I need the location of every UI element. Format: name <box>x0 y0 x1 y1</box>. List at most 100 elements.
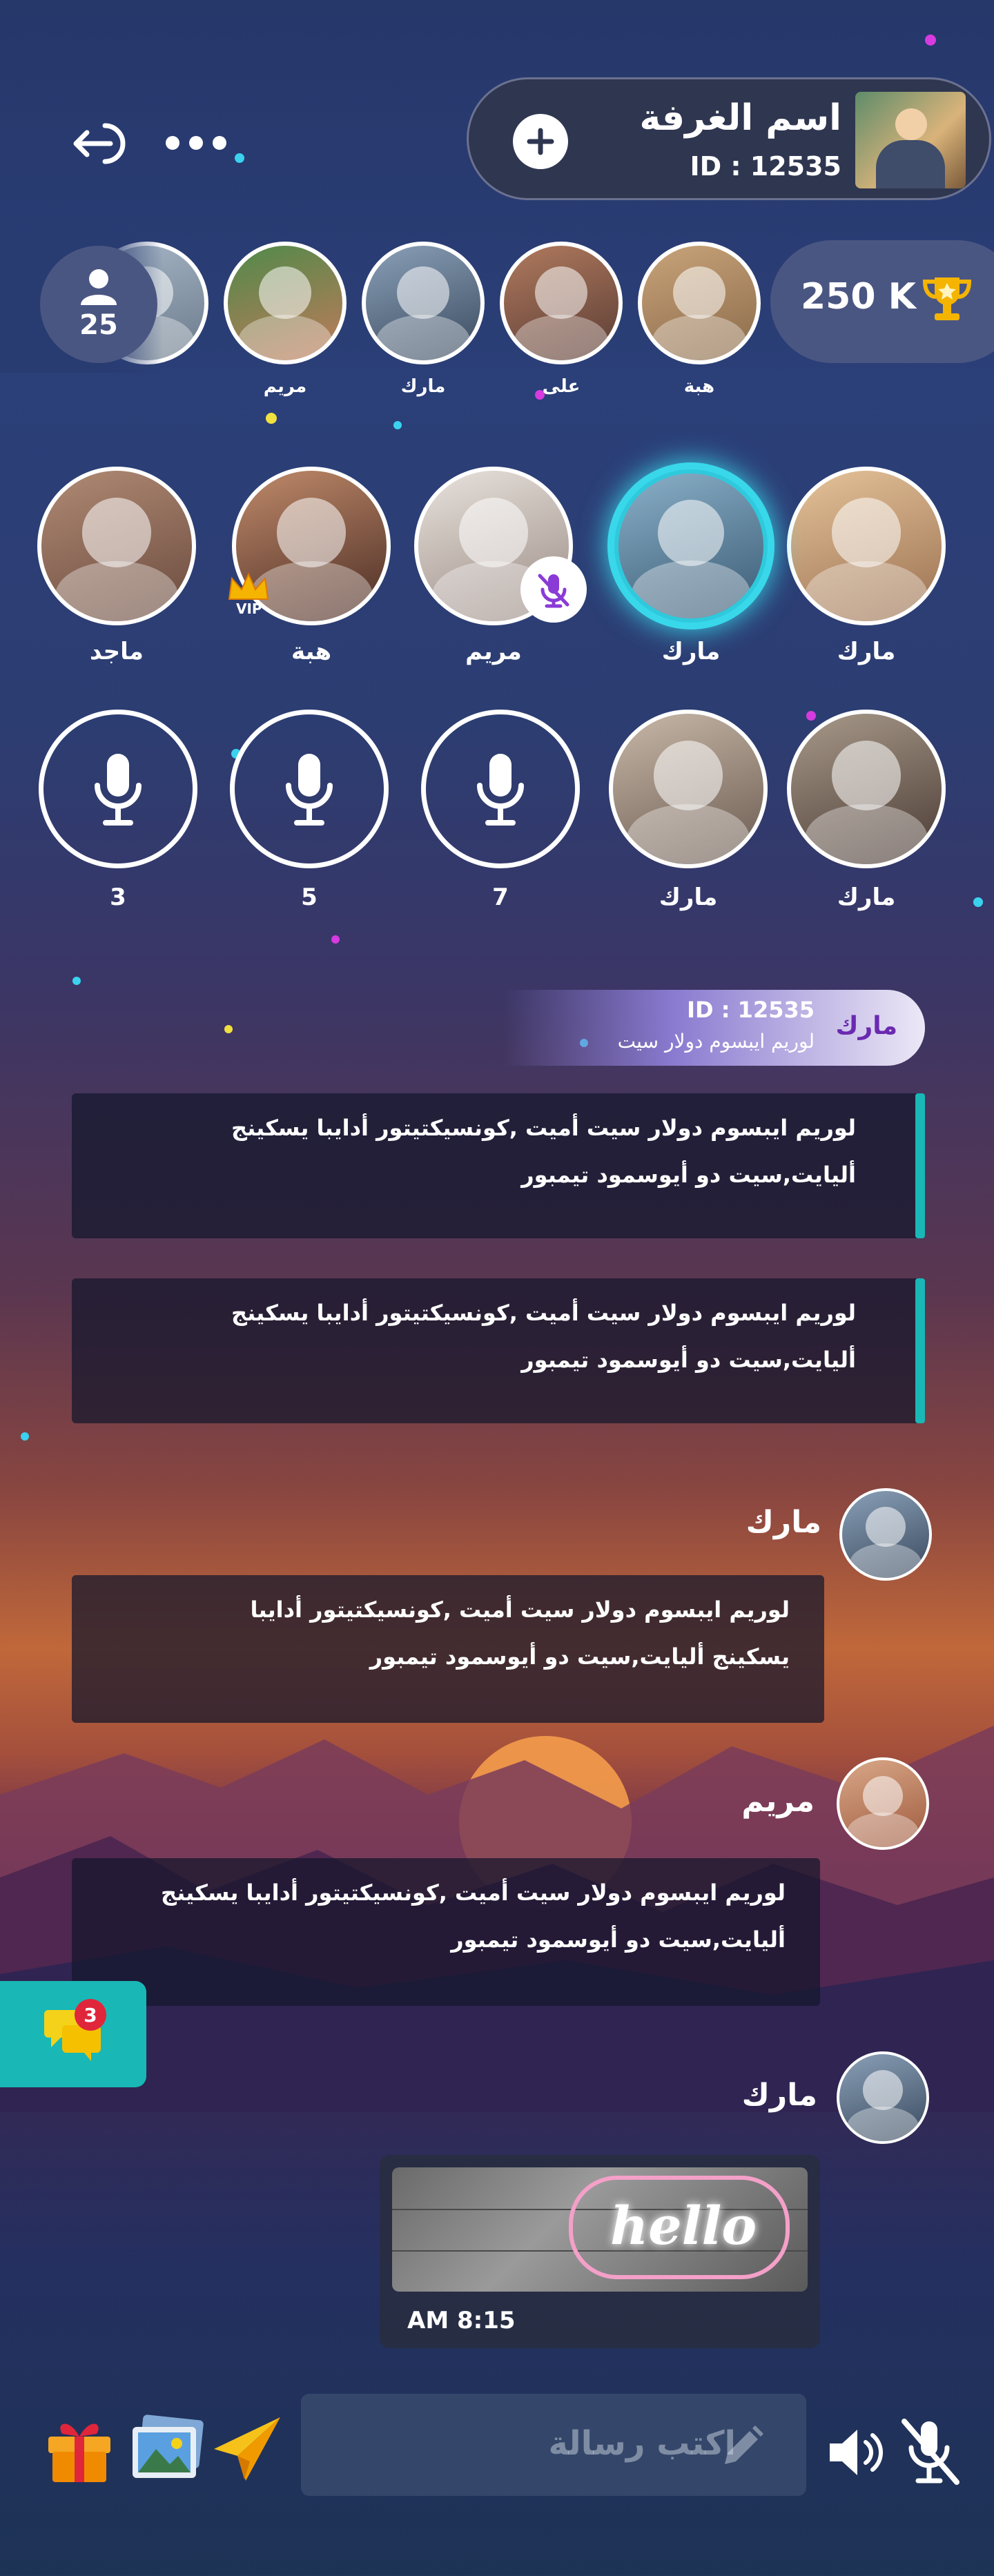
message-line: يسكينج أليايت,سيت دو أيوسمود تيمبور <box>369 1643 790 1670</box>
message-accent-bar <box>915 1093 925 1238</box>
confetti-dot <box>266 413 277 424</box>
seat-name: مارك <box>659 884 718 911</box>
message-input[interactable]: اكتب رسالة <box>301 2394 806 2496</box>
seat-name: مارك <box>661 638 721 665</box>
exit-button[interactable] <box>66 116 142 171</box>
thumbnail-person <box>895 108 927 140</box>
audience-count: 25 <box>79 309 118 341</box>
seat-avatar[interactable] <box>787 710 946 868</box>
audience-name: مريم <box>263 376 307 397</box>
seat-avatar[interactable] <box>787 467 946 625</box>
more-icon <box>166 136 179 150</box>
more-icon-dot <box>213 136 226 150</box>
seat-number: 3 <box>110 884 126 911</box>
empty-seat-7[interactable] <box>421 710 580 868</box>
crown-icon <box>228 572 269 600</box>
join-notice-name: مارك <box>835 1012 897 1040</box>
message-line: لوريم ايبسوم دولار سيت أميت ,كونسيكتيتور… <box>250 1597 790 1623</box>
seat-name: مريم <box>465 638 522 665</box>
seat-name: مارك <box>837 884 896 911</box>
mic-off-icon <box>538 574 569 608</box>
chat-sender: مارك <box>746 1505 821 1540</box>
chat-sender: مارك <box>741 2078 817 2113</box>
confetti-dot <box>806 711 816 721</box>
chat-message: لوريم ايبسوم دولار سيت أميت ,كونسيكتيتور… <box>72 1575 824 1723</box>
exit-icon <box>73 123 126 164</box>
message-line: لوريم ايبسوم دولار سيت أميت ,كونسيكتيتور… <box>161 1880 786 1906</box>
mic-toggle-button[interactable] <box>895 2416 964 2488</box>
add-button[interactable] <box>513 114 568 169</box>
audience-count-button[interactable]: 25 <box>40 246 157 363</box>
vip-label: VIP <box>236 601 262 617</box>
seat-avatar[interactable] <box>609 710 768 868</box>
seat-name: مارك <box>837 638 896 665</box>
audience-name: هبة <box>683 376 715 397</box>
send-button[interactable] <box>210 2413 286 2485</box>
add-icon <box>527 128 554 155</box>
audience-avatar[interactable] <box>638 242 761 364</box>
audience-avatar[interactable] <box>224 242 347 364</box>
message-placeholder: اكتب رسالة <box>548 2424 736 2463</box>
chat-avatar[interactable] <box>839 1488 932 1581</box>
seat-avatar-speaking[interactable] <box>614 469 768 623</box>
room-name: اسم الغرفة <box>639 97 841 139</box>
send-icon <box>214 2417 280 2481</box>
mic-icon <box>477 754 524 826</box>
chat-sender: مريم <box>741 1784 815 1819</box>
confetti-dot <box>331 935 340 944</box>
room-info-card[interactable]: اسم الغرفة ID : 12535 <box>467 77 991 200</box>
score-value: 250 K <box>801 276 916 318</box>
score-pill[interactable]: 250 K <box>770 240 994 363</box>
message-line: أليايت,سيت دو أيوسمود تيمبور <box>521 1162 856 1188</box>
gift-icon <box>48 2423 110 2482</box>
mic-off-icon <box>902 2419 959 2485</box>
confetti-dot <box>925 35 936 46</box>
message-line: لوريم ايبسوم دولار سيت أميت ,كونسيكتيتور… <box>231 1115 856 1141</box>
seat-avatar[interactable] <box>37 467 196 625</box>
message-line: أليايت,سيت دو أيوسمود تيمبور <box>521 1347 856 1373</box>
room-id: ID : 12535 <box>690 151 841 182</box>
vip-badge: VIP <box>226 572 271 617</box>
room-thumbnail <box>855 92 966 188</box>
confetti-dot <box>973 897 983 907</box>
mic-icon <box>95 754 142 826</box>
message-line: لوريم ايبسوم دولار سيت أميت ,كونسيكتيتور… <box>231 1300 856 1326</box>
chat-avatar[interactable] <box>837 2051 929 2144</box>
message-accent-bar <box>915 1278 925 1423</box>
message-line: أليايت,سيت دو أيوسمود تيمبور <box>451 1926 786 1953</box>
seat-number: 5 <box>301 884 318 911</box>
thumbnail-body <box>876 140 945 188</box>
audience-name: على <box>542 376 581 397</box>
chat-avatar[interactable] <box>837 1757 929 1850</box>
confetti-dot <box>72 977 81 985</box>
image-message[interactable]: hello AM 8:15 <box>380 2155 820 2348</box>
empty-seat-5[interactable] <box>230 710 389 868</box>
notifications-button[interactable]: 3 <box>0 1981 146 2087</box>
seat-number: 7 <box>492 884 509 911</box>
gallery-icon <box>133 2414 204 2478</box>
confetti-dot <box>21 1432 29 1441</box>
gallery-button[interactable] <box>128 2413 206 2485</box>
speaker-icon <box>830 2430 883 2475</box>
system-message: لوريم ايبسوم دولار سيت أميت ,كونسيكتيتور… <box>72 1278 925 1423</box>
more-icon-dot <box>189 136 203 150</box>
gift-button[interactable] <box>41 2410 117 2486</box>
seat-name: هبة <box>291 638 332 665</box>
audience-avatar[interactable] <box>500 242 623 364</box>
confetti-dot <box>393 421 402 429</box>
confetti-dot <box>224 1025 233 1033</box>
chat-message: لوريم ايبسوم دولار سيت أميت ,كونسيكتيتور… <box>72 1858 820 2006</box>
system-message: لوريم ايبسوم دولار سيت أميت ,كونسيكتيتور… <box>72 1093 925 1238</box>
message-image[interactable]: hello <box>392 2167 808 2292</box>
pencil-icon <box>725 2426 763 2464</box>
empty-seat-3[interactable] <box>39 710 197 868</box>
speaker-button[interactable] <box>826 2421 888 2484</box>
more-button[interactable] <box>166 131 242 155</box>
user-icon <box>81 269 117 305</box>
join-notice: مارك ID : 12535 لوريم ايبسوم دولار سيت <box>504 990 925 1066</box>
message-time: AM 8:15 <box>407 2307 516 2334</box>
neon-text: hello <box>610 2195 757 2256</box>
audience-avatar[interactable] <box>362 242 485 364</box>
notification-count: 3 <box>75 1999 106 2031</box>
audience-name: مارك <box>400 376 446 397</box>
